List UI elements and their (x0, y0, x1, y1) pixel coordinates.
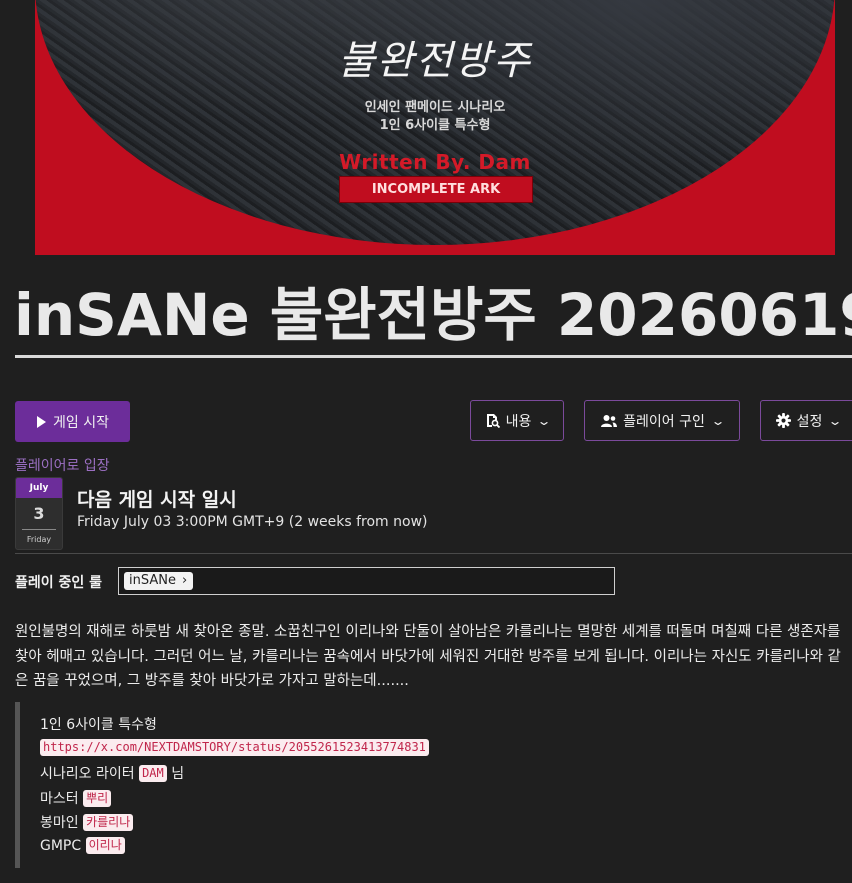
master-label: 마스터 (40, 791, 79, 807)
start-game-label: 게임 시작 (53, 414, 109, 431)
player-recruit-dropdown-button[interactable]: 플레이어 구인 ⌄ (584, 400, 740, 441)
title-divider (15, 355, 852, 358)
rule-label: 플레이 중인 룰 (15, 575, 103, 591)
twitter-link[interactable]: https://x.com/NEXTDAMSTORY/status/205526… (40, 739, 429, 756)
content-dropdown-button[interactable]: 내용 ⌄ (470, 400, 564, 441)
banner-writer: Written By. Dam (339, 150, 531, 174)
rule-field[interactable]: inSANe › (118, 567, 615, 595)
gmpc-label: GMPC (40, 838, 82, 854)
quote-pc-line: 봉마인 카를리나 (40, 812, 134, 832)
banner-team-label: INCOMPLETE ARK (339, 176, 533, 203)
quote-master-line: 마스터 뿌리 (40, 788, 112, 808)
scenario-description: 원인불명의 재해로 하룻밤 새 찾아온 종말. 소꿉친구인 이리나와 단둘이 살… (15, 624, 841, 689)
writer-prefix: 시나리오 라이터 (40, 766, 135, 782)
calendar-divider (22, 529, 56, 530)
banner-subtitle-1: 인세인 팬메이드 시나리오 (364, 100, 506, 115)
search-document-icon (486, 414, 500, 428)
banner-subtitle-2: 1인 6사이클 특수형 (379, 118, 491, 133)
writer-name: DAM (139, 765, 167, 782)
master-name: 뿌리 (83, 790, 112, 807)
next-game-datetime: Friday July 03 3:00PM GMT+9 (2 weeks fro… (77, 514, 428, 530)
quote-gmpc-line: GMPC 이리나 (40, 837, 125, 854)
section-divider (15, 553, 852, 554)
rule-tag[interactable]: inSANe › (124, 572, 194, 590)
page-title: inSANe 불완전방주 20260619 (14, 281, 852, 349)
quote-format: 1인 6사이클 특수형 (40, 717, 157, 733)
users-icon (601, 414, 618, 427)
enter-as-player-link[interactable]: 플레이어로 입장 (15, 455, 110, 475)
play-icon (37, 415, 46, 428)
pc-label: 봉마인 (40, 815, 79, 831)
calendar-day: 3 (33, 504, 45, 523)
calendar-weekday: Friday (26, 535, 52, 544)
quote-link-line: https://x.com/NEXTDAMSTORY/status/205526… (40, 739, 429, 756)
chevron-down-icon: ⌄ (710, 413, 726, 428)
quote-writer-line: 시나리오 라이터 DAM 님 (40, 763, 184, 783)
writer-suffix: 님 (171, 766, 185, 782)
scenario-banner: 불완전방주 인세인 팬메이드 시나리오 1인 6사이클 특수형 Written … (35, 0, 835, 255)
pc-name: 카를리나 (83, 814, 134, 831)
next-game-heading: 다음 게임 시작 일시 (77, 489, 237, 511)
rule-tag-label: inSANe (129, 573, 176, 588)
calendar-date-icon: July 3 Friday (15, 477, 63, 550)
chevron-down-icon: ⌄ (536, 413, 552, 428)
banner-title: 불완전방주 (338, 38, 532, 84)
start-game-button[interactable]: 게임 시작 (15, 401, 130, 442)
calendar-month: July (16, 478, 62, 498)
chevron-right-icon: › (181, 573, 188, 588)
gmpc-name: 이리나 (85, 837, 125, 854)
gear-icon (775, 413, 791, 428)
player-recruit-label: 플레이어 구인 (623, 413, 705, 430)
chevron-down-icon: ⌄ (827, 413, 843, 428)
settings-dropdown-button[interactable]: 설정 ⌄ (760, 400, 852, 441)
blockquote-bar (15, 702, 20, 868)
settings-label: 설정 (796, 413, 823, 430)
content-label: 내용 (505, 413, 532, 430)
